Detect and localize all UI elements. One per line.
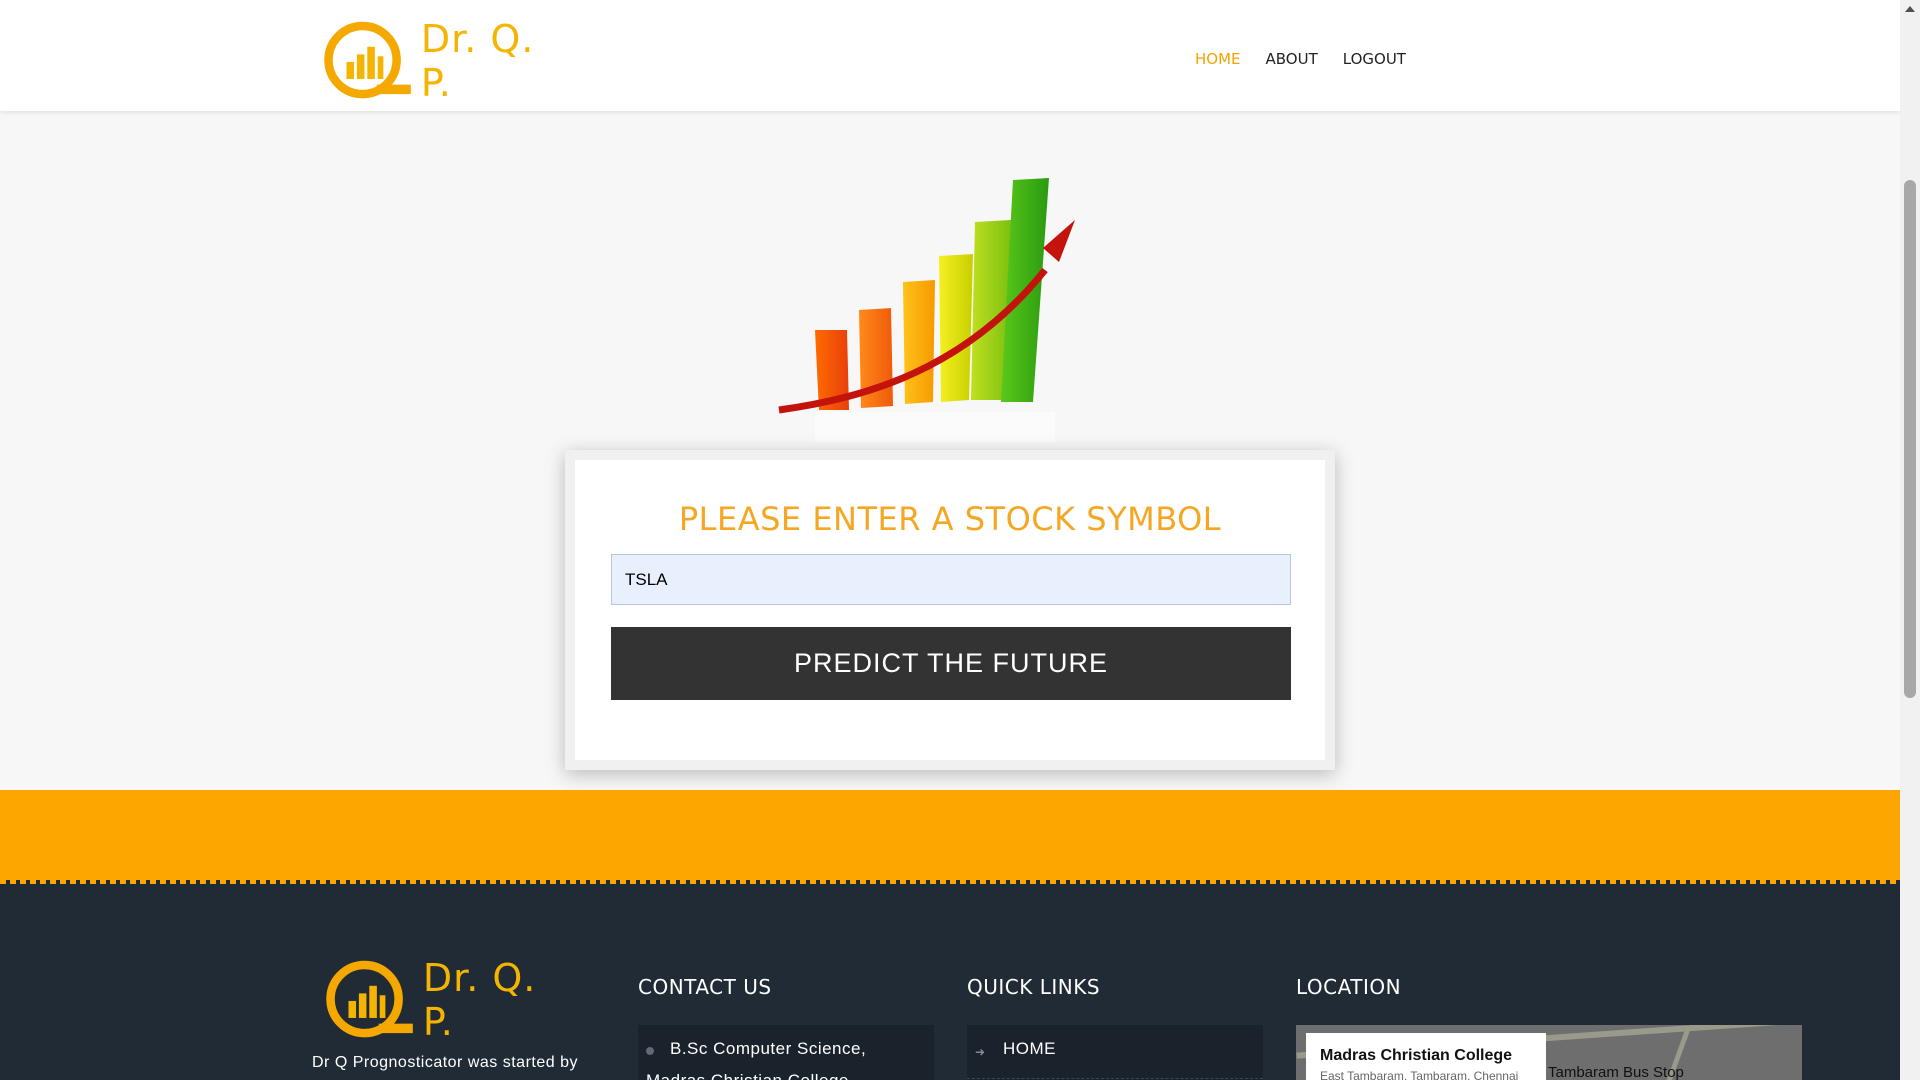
site-header: Dr. Q. P. HOME ABOUT LOGOUT (0, 0, 1900, 111)
map-place-address: East Tambaram, Tambaram, Chennai (1320, 1069, 1519, 1080)
nav-about[interactable]: ABOUT (1266, 50, 1318, 68)
map-pin-icon (646, 1047, 654, 1055)
scroll-thumb[interactable] (1904, 180, 1916, 698)
page-scrollbar[interactable] (1900, 0, 1920, 1080)
chevron-right-icon: ➜ (975, 1045, 986, 1059)
quick-link-home[interactable]: HOME (1003, 1039, 1056, 1059)
logo-text: Dr. Q. P. (420, 17, 535, 105)
logo-chart-icon (326, 960, 413, 1038)
footer-logo[interactable]: Dr. Q. P. (322, 955, 572, 1045)
quick-links-box: ➜ HOME (967, 1025, 1263, 1080)
location-map[interactable]: Madras Christian College East Tambaram, … (1296, 1025, 1802, 1080)
quick-links-heading: QUICK LINKS (967, 975, 1101, 999)
map-label: Tambaram Bus Stop (1548, 1064, 1684, 1080)
contact-line-1: B.Sc Computer Science, (670, 1039, 867, 1058)
form-title: PLEASE ENTER A STOCK SYMBOL (678, 500, 1222, 538)
site-footer: Dr. Q. P. Dr Q Prognosticator was starte… (0, 884, 1900, 1080)
stock-form-card: PLEASE ENTER A STOCK SYMBOL PREDICT THE … (565, 450, 1335, 770)
map-info-card[interactable]: Madras Christian College East Tambaram, … (1306, 1033, 1546, 1080)
hero-chart-icon (778, 178, 1075, 442)
scroll-up-icon[interactable] (1900, 0, 1920, 18)
site-logo[interactable]: Dr. Q. P. (320, 16, 570, 106)
link-divider (967, 1078, 1263, 1079)
orange-band (0, 790, 1900, 882)
stock-symbol-input[interactable] (611, 554, 1291, 605)
main-nav: HOME ABOUT LOGOUT (1195, 50, 1406, 68)
logo-chart-icon (324, 21, 411, 99)
nav-logout[interactable]: LOGOUT (1343, 50, 1406, 68)
predict-button[interactable]: PREDICT THE FUTURE (611, 627, 1291, 700)
location-heading: LOCATION (1296, 975, 1402, 999)
footer-about-text: Dr Q Prognosticator was started by (312, 1054, 578, 1071)
footer-logo-text: Dr. Q. P. (422, 956, 537, 1044)
contact-heading: CONTACT US (638, 975, 772, 999)
contact-line-2: Madras Christian College (646, 1071, 849, 1080)
contact-box: B.Sc Computer Science, Madras Christian … (638, 1025, 934, 1080)
nav-home[interactable]: HOME (1195, 50, 1241, 68)
map-place-name: Madras Christian College (1320, 1047, 1513, 1064)
